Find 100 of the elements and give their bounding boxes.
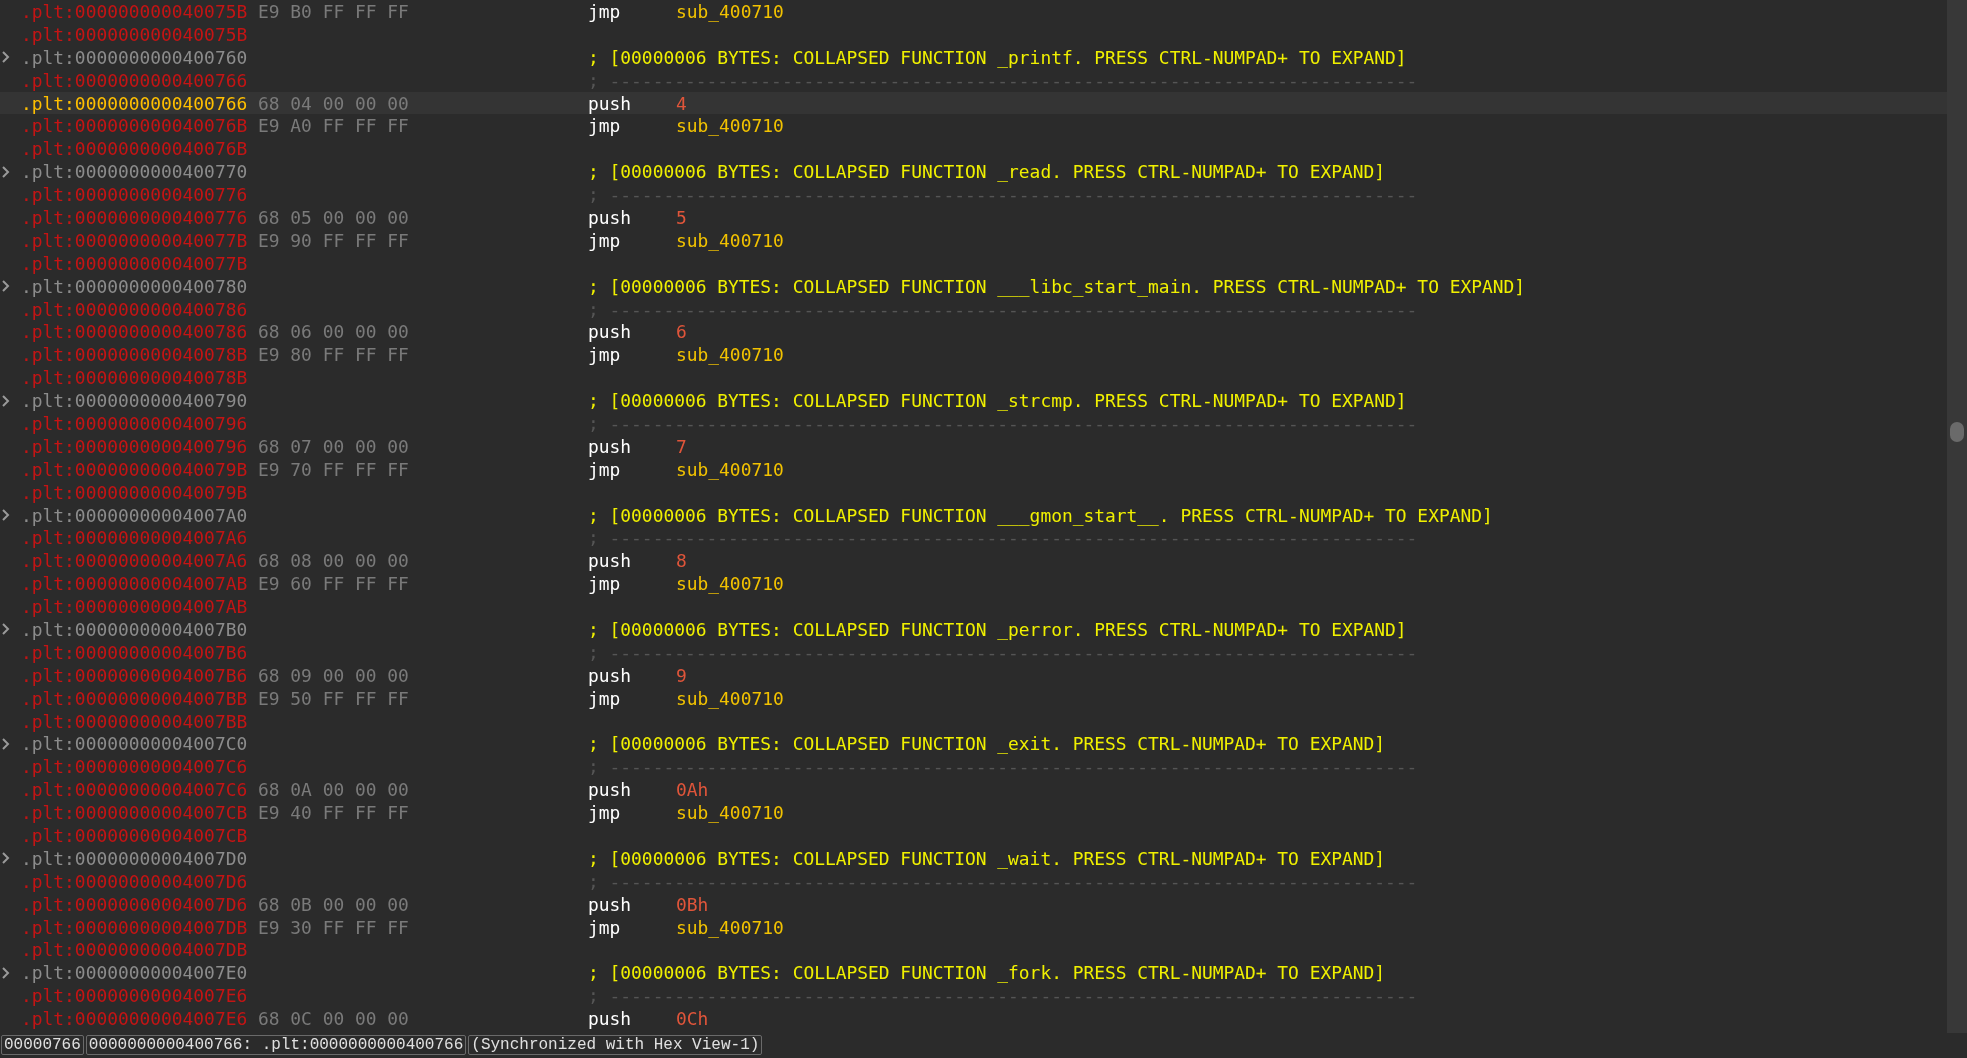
chevron-icon[interactable] xyxy=(2,966,10,979)
address-text: .plt:0000000000400786 xyxy=(21,321,249,343)
separator-comment: ; --------------------------------------------------------------------------- xyxy=(588,298,1419,320)
chevron-icon[interactable] xyxy=(2,165,10,178)
mnemonic: jmp xyxy=(588,687,622,709)
chevron-icon[interactable] xyxy=(2,394,10,407)
address-text: .plt:0000000000400796 xyxy=(21,412,249,434)
chevron-icon[interactable] xyxy=(2,852,10,865)
collapsed-function-comment: ; [00000006 BYTES: COLLAPSED FUNCTION _printf. PRESS CTRL-NUMPAD+ TO EXPAND] xyxy=(588,46,1408,68)
status-field: 00000766 xyxy=(1,1035,84,1055)
mnemonic: jmp xyxy=(588,802,622,824)
address-text: .plt:00000000004007C6 xyxy=(21,779,249,801)
address-text: .plt:00000000004007CB xyxy=(21,825,249,846)
operand: 7 xyxy=(676,435,688,457)
address-text: .plt:00000000004007E6 xyxy=(21,985,249,1007)
operand: sub_400710 xyxy=(676,458,785,480)
address-text: .plt:00000000004007AB xyxy=(21,596,249,618)
mnemonic: jmp xyxy=(588,229,622,251)
operand: 5 xyxy=(676,206,688,228)
address-text: .plt:000000000040075B xyxy=(21,23,249,45)
address-text: .plt:000000000040078B xyxy=(21,367,249,389)
mnemonic: push xyxy=(588,435,633,457)
mnemonic: push xyxy=(588,550,633,572)
separator-comment: ; --------------------------------------------------------------------------- xyxy=(588,756,1419,778)
chevron-icon[interactable] xyxy=(2,509,10,522)
opcode-bytes: 68 06 00 00 00 xyxy=(258,321,410,343)
separator-comment: ; --------------------------------------------------------------------------- xyxy=(588,870,1419,892)
operand: 0Bh xyxy=(676,893,710,915)
address-text: .plt:00000000004007D0 xyxy=(21,847,249,869)
collapsed-function-comment: ; [00000006 BYTES: COLLAPSED FUNCTION ___libc_start_main. PRESS CTRL-NUMPAD+ TO EXPAND] xyxy=(588,275,1527,297)
chevron-icon[interactable] xyxy=(2,51,10,64)
address-text: .plt:00000000004007BB xyxy=(21,687,249,709)
opcode-bytes: E9 80 FF FF FF xyxy=(258,344,410,366)
operand: 9 xyxy=(676,664,688,686)
chevron-icon[interactable] xyxy=(2,623,10,636)
opcode-bytes: E9 50 FF FF FF xyxy=(258,687,410,709)
address-text: .plt:0000000000400786 xyxy=(21,298,249,320)
operand: sub_400710 xyxy=(676,802,785,824)
mnemonic: push xyxy=(588,1008,633,1030)
mnemonic: push xyxy=(588,664,633,686)
address-text: .plt:00000000004007C0 xyxy=(21,733,249,755)
address-text: .plt:0000000000400776 xyxy=(21,184,249,206)
address-text: .plt:0000000000400770 xyxy=(21,161,249,183)
mnemonic: push xyxy=(588,321,633,343)
address-text: .plt:0000000000400796 xyxy=(21,435,249,457)
address-text: .plt:00000000004007B6 xyxy=(21,641,249,663)
collapsed-function-comment: ; [00000006 BYTES: COLLAPSED FUNCTION ___gmon_start__. PRESS CTRL-NUMPAD+ TO EXPAND] xyxy=(588,504,1494,526)
opcode-bytes: E9 60 FF FF FF xyxy=(258,573,410,595)
opcode-bytes: E9 40 FF FF FF xyxy=(258,802,410,824)
separator-comment: ; --------------------------------------------------------------------------- xyxy=(588,527,1419,549)
operand: 0Ah xyxy=(676,779,710,801)
address-text: .plt:0000000000400790 xyxy=(21,390,249,412)
address-text: .plt:000000000040075B xyxy=(21,0,249,22)
operand: 6 xyxy=(676,321,688,343)
operand: 0Ch xyxy=(676,1008,710,1030)
address-text: .plt:000000000040076B xyxy=(21,138,249,160)
mnemonic: push xyxy=(588,206,633,228)
chevron-icon[interactable] xyxy=(2,737,10,750)
address-text: .plt:000000000040079B xyxy=(21,458,249,480)
operand: sub_400710 xyxy=(676,344,785,366)
collapsed-function-comment: ; [00000006 BYTES: COLLAPSED FUNCTION _fork. PRESS CTRL-NUMPAD+ TO EXPAND] xyxy=(588,962,1387,984)
opcode-bytes: E9 30 FF FF FF xyxy=(258,916,410,938)
collapsed-function-comment: ; [00000006 BYTES: COLLAPSED FUNCTION _strcmp. PRESS CTRL-NUMPAD+ TO EXPAND] xyxy=(588,390,1408,412)
opcode-bytes: E9 B0 FF FF FF xyxy=(258,0,410,22)
operand: sub_400710 xyxy=(676,115,785,137)
mnemonic: jmp xyxy=(588,458,622,480)
mnemonic: push xyxy=(588,92,633,114)
address-text: .plt:00000000004007DB xyxy=(21,916,249,938)
chevron-icon[interactable] xyxy=(2,280,10,293)
separator-comment: ; --------------------------------------------------------------------------- xyxy=(588,641,1419,663)
mnemonic: jmp xyxy=(588,916,622,938)
scrollbar-thumb[interactable] xyxy=(1950,422,1964,442)
address-text: .plt:00000000004007D6 xyxy=(21,870,249,892)
operand: sub_400710 xyxy=(676,229,785,251)
address-text: .plt:0000000000400776 xyxy=(21,206,249,228)
highlighted-row[interactable]: .plt:0000000000400766 68 04 00 00 00 push 4 xyxy=(0,91,1947,115)
status-field: (Synchronized with Hex View-1) xyxy=(468,1035,763,1055)
opcode-bytes: E9 70 FF FF FF xyxy=(258,458,410,480)
opcode-bytes: 68 0B 00 00 00 xyxy=(258,893,410,915)
operand: sub_400710 xyxy=(676,687,785,709)
mnemonic: push xyxy=(588,893,633,915)
opcode-bytes: E9 90 FF FF FF xyxy=(258,229,410,251)
address-text: .plt:00000000004007E6 xyxy=(21,1008,249,1030)
address-text: .plt:0000000000400766 xyxy=(21,69,249,91)
operand: 8 xyxy=(676,550,688,572)
address-text: .plt:00000000004007CB xyxy=(21,802,249,824)
mnemonic: push xyxy=(588,779,633,801)
separator-comment: ; --------------------------------------------------------------------------- xyxy=(588,412,1419,434)
opcode-bytes: 68 04 00 00 00 xyxy=(258,92,410,114)
address-text: .plt:00000000004007B6 xyxy=(21,664,249,686)
scrollbar[interactable] xyxy=(1947,0,1967,1033)
opcode-bytes: 68 07 00 00 00 xyxy=(258,435,410,457)
operand: sub_400710 xyxy=(676,916,785,938)
opcode-bytes: 68 0C 00 00 00 xyxy=(258,1008,410,1030)
operand: 4 xyxy=(676,92,688,114)
separator-comment: ; --------------------------------------------------------------------------- xyxy=(588,184,1419,206)
address-text: .plt:000000000040078B xyxy=(21,344,249,366)
opcode-bytes: 68 05 00 00 00 xyxy=(258,206,410,228)
address-text: .plt:00000000004007E0 xyxy=(21,962,249,984)
opcode-bytes: 68 09 00 00 00 xyxy=(258,664,410,686)
